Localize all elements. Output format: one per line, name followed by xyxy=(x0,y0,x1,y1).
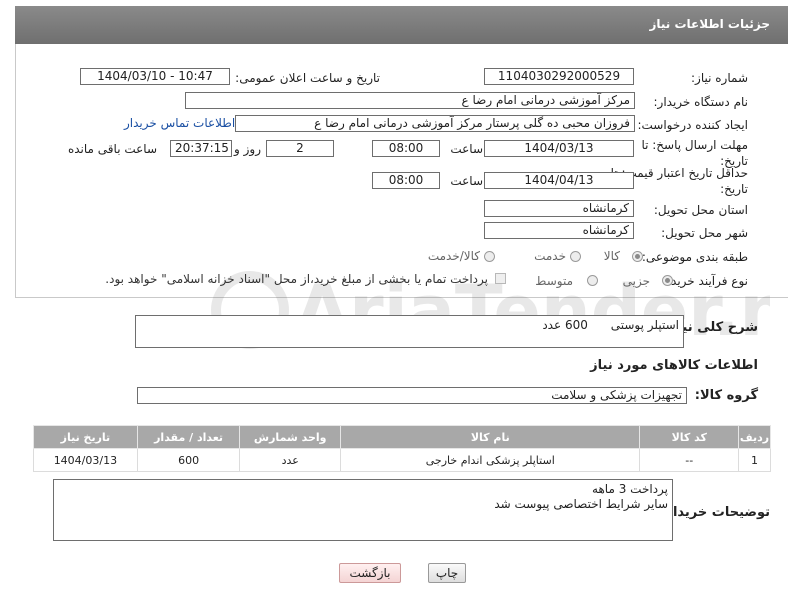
treasury-payment-checkbox[interactable] xyxy=(495,273,506,284)
need-number-label: شماره نیاز: xyxy=(691,71,748,85)
process-medium-radio[interactable] xyxy=(587,275,598,286)
buyer-notes-textarea[interactable]: پرداخت 3 ماهه سایر شرایط اختصاصی پیوست ش… xyxy=(53,479,673,541)
process-minor-label: جزیی xyxy=(622,274,650,288)
description-textarea[interactable]: استپلر پوستی 600 عدد xyxy=(135,315,684,348)
category-goods-service-radio[interactable] xyxy=(484,251,495,262)
process-minor-radio[interactable] xyxy=(662,275,673,286)
remaining-label: ساعت باقی مانده xyxy=(67,142,157,156)
reply-date-field: 1404/03/13 xyxy=(484,140,634,157)
city-label: شهر محل تحویل: xyxy=(661,226,748,240)
category-goods-label: کالا xyxy=(603,249,620,263)
col-quantity: تعداد / مقدار xyxy=(136,425,241,449)
goods-group-label: گروه کالا: xyxy=(694,388,758,403)
category-service-radio[interactable] xyxy=(570,251,581,262)
province-field: کرمانشاه xyxy=(484,200,634,217)
contact-info-link[interactable]: اطلاعات تماس خریدار xyxy=(124,116,235,130)
buyer-org-label: نام دستگاه خریدار: xyxy=(653,95,749,109)
goods-table: ردیف کد کالا نام کالا واحد شمارش تعداد /… xyxy=(33,425,771,472)
payment-note: پرداخت تمام یا بخشی از مبلغ خرید،از محل … xyxy=(105,272,488,286)
price-time-label: ساعت xyxy=(450,174,483,188)
price-date-field: 1404/04/13 xyxy=(484,172,634,189)
remaining-time-field: 20:37:15 xyxy=(170,140,232,157)
city-field: کرمانشاه xyxy=(484,222,634,239)
panel-header: جزئیات اطلاعات نیاز xyxy=(15,6,788,44)
reply-time-label: ساعت xyxy=(450,142,483,156)
creator-label: ایجاد کننده درخواست: xyxy=(637,118,748,132)
days-label: روز و xyxy=(234,142,261,156)
print-button[interactable]: چاپ xyxy=(428,563,466,583)
province-label: استان محل تحویل: xyxy=(653,203,748,217)
days-field: 2 xyxy=(266,140,334,157)
process-label: نوع فرآیند خرید : xyxy=(663,274,748,288)
goods-table-header: ردیف کد کالا نام کالا واحد شمارش تعداد /… xyxy=(33,425,771,449)
col-date: تاریخ نیاز xyxy=(33,425,138,449)
col-name: نام کالا xyxy=(340,425,641,449)
col-code: کد کالا xyxy=(639,425,740,449)
need-number-field: 1104030292000529 xyxy=(484,68,634,85)
price-time-field: 08:00 xyxy=(372,172,440,189)
creator-field: فروزان محبی ده گلی پرستار مرکز آموزشی در… xyxy=(235,115,635,132)
goods-group-field: تجهیزات پزشکی و سلامت xyxy=(137,387,687,404)
goods-section-title: اطلاعات کالاهای مورد نیاز xyxy=(590,358,758,373)
buyer-notes-label: توضیحات خریدار: xyxy=(660,505,770,520)
category-service-label: خدمت xyxy=(534,249,566,263)
reply-time-field: 08:00 xyxy=(372,140,440,157)
cell-quantity: 600 xyxy=(136,448,241,472)
col-row: ردیف xyxy=(738,425,771,449)
cell-code: -- xyxy=(639,448,740,472)
cell-date: 1404/03/13 xyxy=(33,448,138,472)
back-button[interactable]: بازگشت xyxy=(339,563,401,583)
table-row: 1 -- استاپلر پزشکی اندام خارجی عدد 600 1… xyxy=(33,448,771,472)
cell-unit: عدد xyxy=(239,448,342,472)
category-goods-service-label: کالا/خدمت xyxy=(427,249,480,263)
category-goods-radio[interactable] xyxy=(632,251,643,262)
cell-row: 1 xyxy=(738,448,771,472)
announce-label: تاریخ و ساعت اعلان عمومی: xyxy=(235,71,380,85)
buyer-org-field: مرکز آموزشی درمانی امام رضا ع xyxy=(185,92,635,109)
announce-field: 1404/03/10 - 10:47 xyxy=(80,68,230,85)
col-unit: واحد شمارش xyxy=(239,425,342,449)
category-label: طبقه بندی موضوعی: xyxy=(641,250,748,264)
panel-title: جزئیات اطلاعات نیاز xyxy=(649,17,770,31)
process-medium-label: متوسط xyxy=(535,274,573,288)
cell-name: استاپلر پزشکی اندام خارجی xyxy=(340,448,641,472)
